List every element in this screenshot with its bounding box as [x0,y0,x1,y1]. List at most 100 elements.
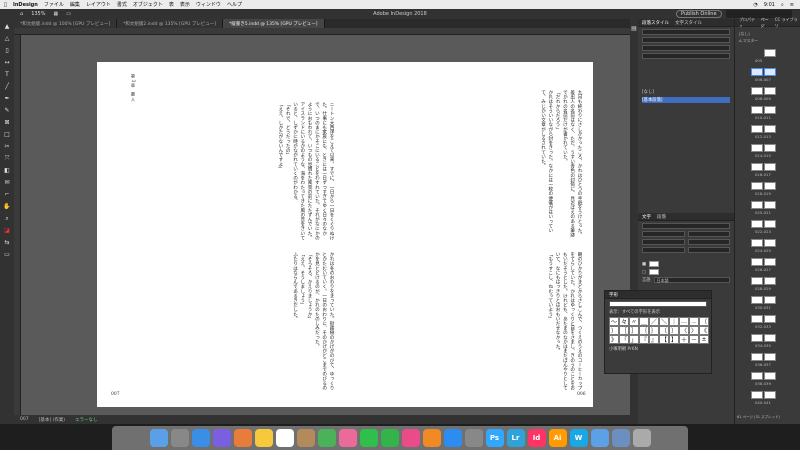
tab-character[interactable]: 文字 [642,214,651,220]
tab-document-3[interactable]: *縦書き5.indd @ 135% [GPU プレビュー] [223,19,325,28]
glyph-cell[interactable]: ＿ [639,317,649,326]
pasteboard[interactable]: 第 3 章 最 人 ニートン大西洋をこえて以来、すでに、一日から一日をくぐりぬけ… [21,35,630,415]
transform-tool-icon[interactable]: ⤧ [3,155,11,162]
zoom-tool-icon[interactable]: ⌕ [3,215,11,222]
tab-character-styles[interactable]: 文字スタイル [675,20,702,26]
glyph-font-select[interactable]: 小塚明朝 Pr6N [609,346,638,352]
dock-contacts-icon[interactable] [296,429,315,447]
dock-files-icon[interactable] [611,429,630,447]
scissors-tool-icon[interactable]: ✂ [3,143,11,150]
glyph-cell[interactable]: 【 [659,335,669,344]
left-page[interactable]: 第 3 章 最 人 ニートン大西洋をこえて以来、すでに、一日から一日をくぐりぬけ… [97,62,343,407]
page-thumbnail[interactable] [751,182,787,190]
page-thumbnail[interactable] [751,334,787,342]
leading-field[interactable] [687,231,730,237]
font-size-field[interactable] [642,231,685,237]
left-top-text-block[interactable]: ニートン大西洋をこえて以来、すでに、一日から一日をくぐりぬけた。仕事にも家族にも… [107,102,335,242]
glyph-cell[interactable]: 〜 [609,317,619,326]
vertical-scale-field[interactable] [642,239,685,245]
tab-document-1[interactable]: *和文組版.indd @ 100% [GPU プレビュー] [14,19,118,28]
dock-siri-icon[interactable] [212,429,231,447]
view-mode-icon[interactable]: ▭ [3,251,11,258]
glyph-cell[interactable]: ＋ [679,335,689,344]
page-thumbnail[interactable] [751,239,787,247]
clock[interactable]: 9:01 [764,2,775,8]
notification-icon[interactable]: ≡ [790,2,794,8]
dock-facetime-icon[interactable] [380,429,399,447]
tab-document-2[interactable]: *和文組版2.indd @ 135% [GPU プレビュー] [117,19,224,28]
recent-glyphs[interactable] [609,301,707,307]
gap-tool-icon[interactable]: ↔ [3,59,11,66]
glyph-cell[interactable]: … [679,317,689,326]
dock-launchpad-icon[interactable] [170,429,189,447]
glyph-cell[interactable]: ［ [619,326,629,335]
page-thumbnail[interactable] [751,315,787,323]
dock-lr-icon[interactable]: Lr [506,429,525,447]
pages-panel-icon[interactable]: ▤ [630,25,638,32]
dock-w-icon[interactable]: W [569,429,588,447]
glyph-cell[interactable]: 〃 [629,317,639,326]
menu-window[interactable]: ウィンドウ [196,1,221,8]
tab-properties[interactable]: プロパティ [739,17,758,29]
glyph-cell[interactable]: ± [699,335,709,344]
glyph-cell[interactable]: 」 [629,335,639,344]
glyph-cell[interactable]: ］ [629,326,639,335]
preflight-status[interactable]: エラーなし [75,417,98,423]
dock-notes-icon[interactable] [254,429,273,447]
eyedropper-tool-icon[interactable]: ⌐ [3,191,11,198]
page-thumbnail[interactable] [751,277,787,285]
hand-tool-icon[interactable]: ✋ [3,203,11,210]
glyph-cell[interactable]: － [689,335,699,344]
glyph-cell[interactable]: 》 [609,335,619,344]
style-field[interactable] [642,37,730,43]
right-bottom-text-block[interactable]: 朝のひかりがまどからさしこんで、つくえのうえのコーヒーカップをてらしていた。かれ… [353,252,583,392]
glyph-cell[interactable]: 々 [619,317,629,326]
glyph-cell[interactable]: ｛ [639,326,649,335]
dock-safari-icon[interactable] [191,429,210,447]
zoom-level[interactable]: 135% [31,11,45,17]
page-thumbnail[interactable] [751,49,787,57]
kerning-field[interactable] [687,247,730,253]
tab-paragraph-styles[interactable]: 段落スタイル [642,20,669,26]
rectangle-frame-tool-icon[interactable]: ⊠ [3,119,11,126]
glyph-show-select[interactable]: 表示：すべての字形を表示 [609,309,660,315]
dock-finder-icon[interactable] [149,429,168,447]
dock-preview-icon[interactable] [590,429,609,447]
style-list-basic[interactable]: [基本段落] [642,97,730,103]
glyph-cell[interactable]: ｜ [669,317,679,326]
fill-swatch[interactable] [649,261,660,267]
glyph-cell[interactable]: 『 [639,335,649,344]
dock-maps-icon[interactable] [317,429,336,447]
page-thumbnail[interactable] [751,163,787,171]
glyph-cell[interactable]: ＼ [659,317,669,326]
page-thumbnail[interactable] [751,220,787,228]
pen-tool-icon[interactable]: ✒ [3,95,11,102]
page-tool-icon[interactable]: ▯ [3,47,11,54]
spotlight-icon[interactable]: ⌕ [781,2,784,8]
glyph-cell[interactable]: ／ [649,317,659,326]
tab-paragraph[interactable]: 段落 [657,214,666,220]
glyph-cell[interactable]: 】 [669,335,679,344]
glyph-cell[interactable]: 「 [619,335,629,344]
page-thumbnail[interactable] [751,372,787,380]
page-thumbnail[interactable] [751,296,787,304]
tracking-field[interactable] [642,247,685,253]
gradient-tool-icon[interactable]: ◧ [3,167,11,174]
app-menu[interactable]: InDesign [13,2,38,8]
master-a[interactable]: A-マスター [739,38,758,44]
dock-messages-icon[interactable] [359,429,378,447]
page-thumbnail[interactable] [751,201,787,209]
glyph-cell[interactable]: 〕 [669,326,679,335]
dock-prefs-icon[interactable] [464,429,483,447]
tab-cc-libraries[interactable]: CC ライブラリ [775,17,800,29]
swap-colors-icon[interactable]: ⇆ [3,239,11,246]
note-tool-icon[interactable]: ✉ [3,179,11,186]
glyph-cell[interactable]: ｝ [649,326,659,335]
font-family-field[interactable] [642,223,730,229]
page-thumbnail[interactable] [751,68,787,76]
right-top-text-block[interactable]: 九月も終わりにさしかかったころ、かれはひとつの手紙をうけとった。差出人の名前はな… [353,90,583,238]
fill-stroke-icon[interactable]: ◪ [3,227,11,234]
right-page[interactable]: 九月も終わりにさしかかったころ、かれはひとつの手紙をうけとった。差出人の名前はな… [343,62,593,407]
page-thumbnail[interactable] [751,87,787,95]
wifi-icon[interactable]: ◔ [753,2,757,8]
